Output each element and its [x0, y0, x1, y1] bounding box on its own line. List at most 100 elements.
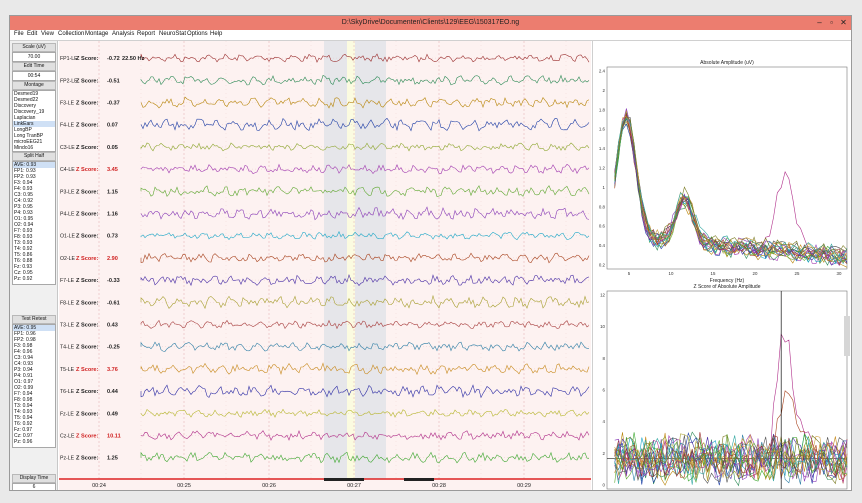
channel-label: Fz-LE [60, 411, 74, 417]
channel-label: T3-LE [60, 323, 75, 329]
close-button[interactable]: ✕ [838, 18, 849, 28]
y-tick-label: 0.8 [599, 204, 606, 209]
zscore-prefix: Z Score: [76, 456, 99, 462]
channel-label: C3-LE [60, 145, 75, 151]
zscore-value: 0.73 [107, 234, 118, 240]
zscore-value: 10.11 [107, 434, 121, 440]
menu-help[interactable]: Help [210, 31, 222, 37]
time-tick-label: 00:28 [432, 483, 446, 489]
channel-label: Cz-LE [60, 434, 75, 440]
edit-time-field[interactable]: 00:54 [12, 71, 56, 81]
zscore-prefix: Z Score: [76, 323, 99, 329]
zscore-value: 2.90 [107, 256, 118, 262]
zscore-value: 3.45 [107, 167, 118, 173]
menu-edit[interactable]: Edit [27, 31, 37, 37]
zscore-prefix: Z Score: [76, 345, 99, 351]
edit-time-label: Edit Time [12, 62, 56, 71]
montage-label: Montage [12, 81, 56, 90]
time-tick-label: 00:27 [347, 483, 361, 489]
zscore-value: -0.51 [107, 78, 120, 84]
menu-neurostat[interactable]: NeuroStat [159, 31, 186, 37]
zscore-value: 0.05 [107, 145, 118, 151]
time-axis-segment [324, 478, 364, 481]
y-tick-label: 2.4 [599, 69, 606, 74]
y-tick-label: 1.4 [599, 146, 606, 151]
test-retest-label: Test Retest [12, 315, 56, 324]
y-tick-label: 12 [600, 293, 605, 298]
display-time-label: Display Time [12, 474, 56, 483]
y-tick-label: 6 [603, 388, 606, 393]
vertical-scrollbar-thumb[interactable] [844, 316, 850, 356]
menu-report[interactable]: Report [137, 31, 155, 37]
zscore-prefix: Z Score: [76, 101, 99, 107]
channel-label: T6-LE [60, 389, 75, 395]
zscore-prefix: Z Score: [76, 256, 99, 262]
test-retest-item: Pz: 0.96 [14, 439, 33, 445]
split-half-label: Split Half [12, 152, 56, 161]
zscore-value: 0.07 [107, 123, 118, 129]
zscore-prefix: Z Score: [76, 234, 99, 240]
y-tick-label: 0.2 [599, 263, 606, 268]
menu-montage[interactable]: Montage [85, 31, 108, 37]
zscore-value: 3.76 [107, 367, 118, 373]
menu-analysis[interactable]: Analysis [112, 31, 134, 37]
zscore-value: 1.16 [107, 212, 118, 218]
y-tick-label: 0.6 [599, 224, 606, 229]
y-tick-label: 10 [600, 324, 605, 329]
channel-label: Pz-LE [60, 456, 75, 462]
maximize-button[interactable]: ▫ [826, 18, 837, 28]
channel-label: T5-LE [60, 367, 75, 373]
scale-input[interactable]: 70.00 [12, 52, 56, 62]
application-window: D:\SkyDrive\Documenten\Clients\129\EEG\1… [9, 15, 852, 491]
plot-title: Z Score of Absolute Amplitude [694, 284, 761, 290]
zscore-value: -0.61 [107, 300, 120, 306]
channel-label: F4-LE [60, 123, 75, 129]
zscore-prefix: Z Score: [76, 278, 99, 284]
scale-label: Scale (uV) [12, 43, 56, 52]
channel-label: O2-LE [60, 256, 76, 262]
zscore-value: -0.25 [107, 345, 120, 351]
channel-label: T4-LE [60, 345, 75, 351]
montage-list[interactable]: Desmed19 Desmed22 Discovery Discovery_19 Lap… [12, 90, 56, 152]
zscore-value: -0.72 [107, 56, 120, 62]
time-tick-label: 00:25 [177, 483, 191, 489]
menu-options[interactable]: Options [187, 31, 208, 37]
eeg-trace-panel[interactable]: FP1-LEZ Score: -0.72FP2-LEZ Score: -0.51F3… [59, 41, 591, 490]
zscore-prefix: Z Score: [76, 389, 99, 395]
zscore-value: 0.43 [107, 323, 118, 329]
menu-file[interactable]: File [14, 31, 24, 37]
zscore-prefix: Z Score: [76, 78, 99, 84]
y-tick-label: 1.2 [599, 166, 606, 171]
y-tick-label: 2 [603, 451, 606, 456]
montage-item[interactable]: Mindo16 [13, 145, 55, 151]
zscore-prefix: Z Score: [76, 212, 99, 218]
display-time-field[interactable]: 6 [12, 483, 56, 490]
zscore-prefix: Z Score: [76, 56, 99, 62]
menu-bar: File Edit View Collection Montage Analys… [10, 30, 851, 41]
zscore-prefix: Z Score: [76, 367, 99, 373]
x-tick-label: 30 [837, 271, 842, 276]
zscore-value: 1.25 [107, 456, 118, 462]
zscore-prefix: Z Score: [76, 411, 99, 417]
minimize-button[interactable]: – [814, 18, 825, 28]
zscore-value: 1.15 [107, 189, 118, 195]
zscore-prefix: Z Score: [76, 300, 99, 306]
channel-label: P3-LE [60, 189, 75, 195]
y-tick-label: 1 [603, 185, 606, 190]
time-tick-label: 00:26 [262, 483, 276, 489]
zscore-prefix: Z Score: [76, 189, 99, 195]
zscore-prefix: Z Score: [76, 123, 99, 129]
time-tick-label: 00:24 [92, 483, 106, 489]
y-tick-label: 0 [603, 483, 606, 488]
channel-label: F8-LE [60, 300, 75, 306]
channel-label: P4-LE [60, 212, 75, 218]
y-tick-label: 2 [603, 88, 606, 93]
zscore-value: 0.49 [107, 411, 118, 417]
title-bar: D:\SkyDrive\Documenten\Clients\129\EEG\1… [10, 16, 851, 30]
menu-view[interactable]: View [41, 31, 54, 37]
y-tick-label: 1.6 [599, 127, 606, 132]
channel-label: F7-LE [60, 278, 75, 284]
frequency-readout: 22.50 Hz [122, 56, 145, 62]
menu-collection[interactable]: Collection [58, 31, 84, 37]
zscore-value: -0.37 [107, 101, 120, 107]
